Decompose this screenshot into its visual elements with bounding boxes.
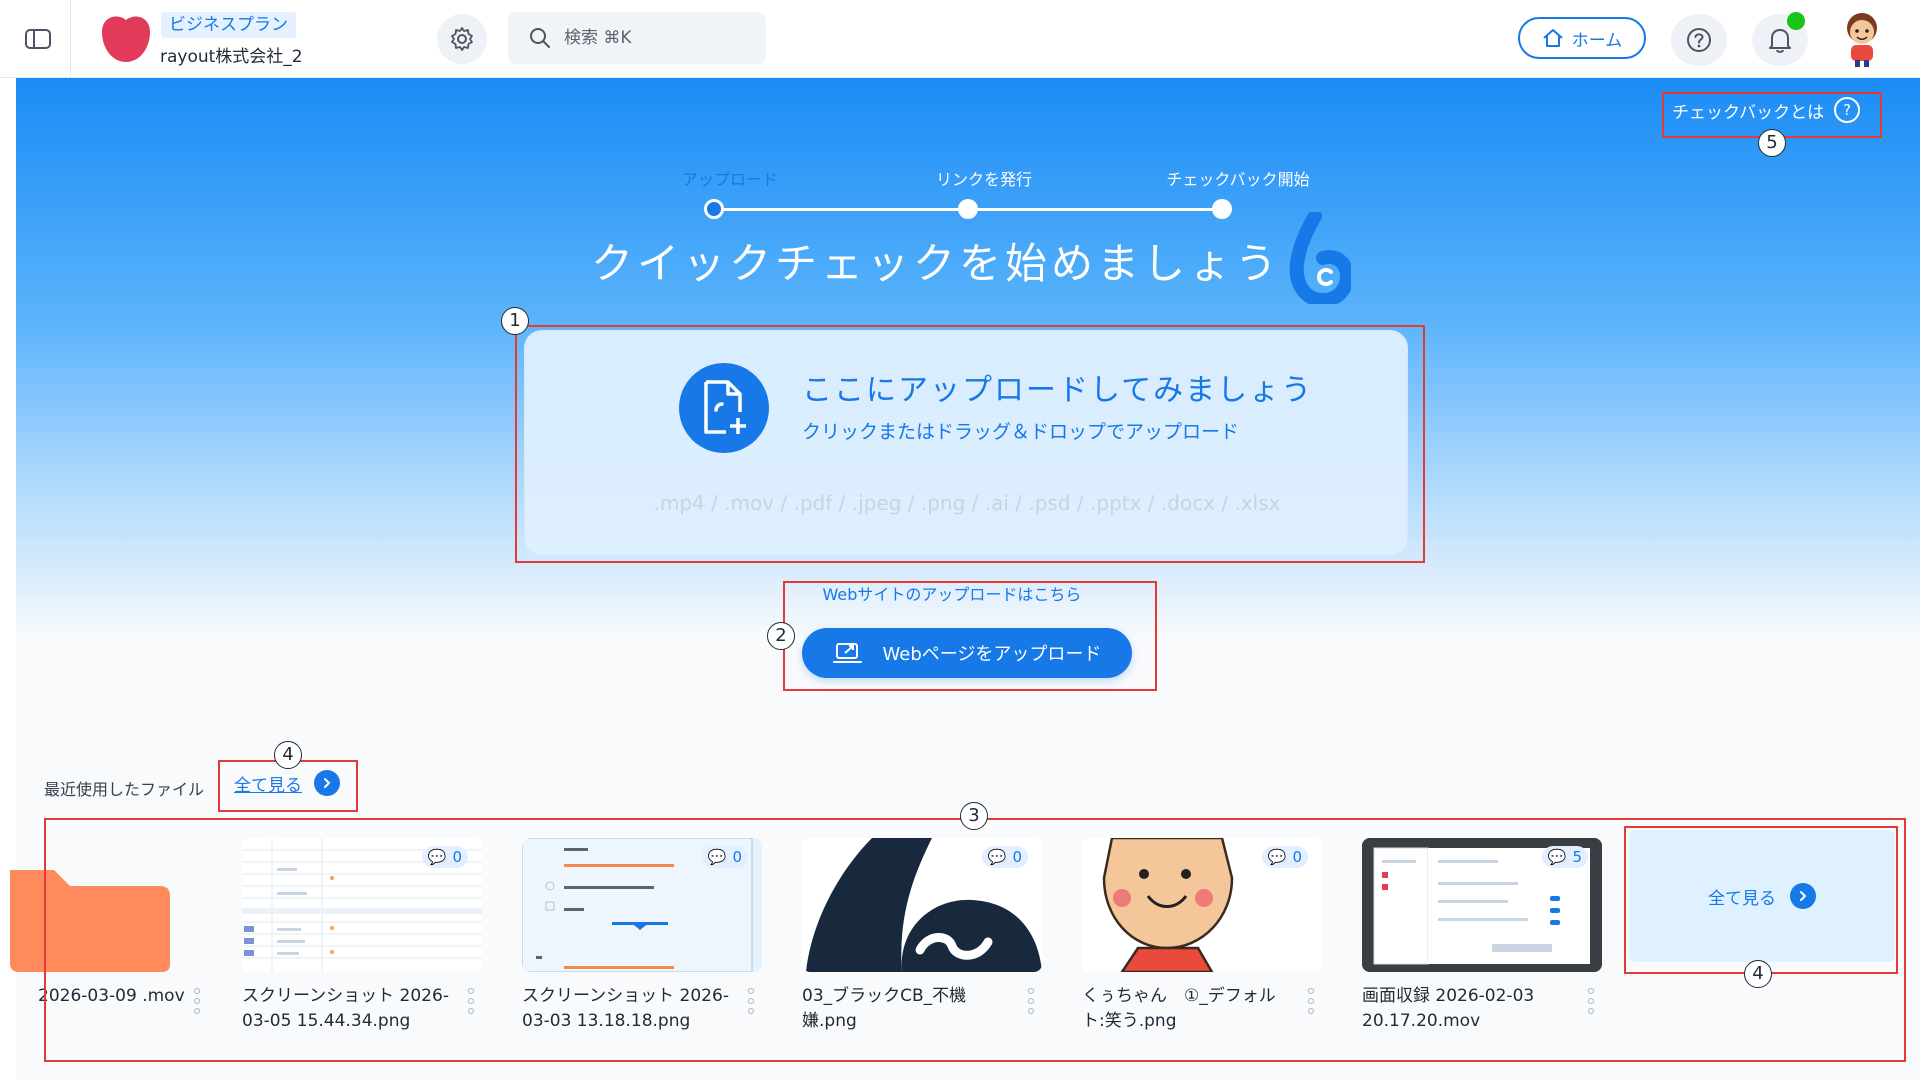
header-divider	[70, 0, 71, 78]
search-icon	[530, 28, 550, 48]
annotation-number: 5	[1758, 129, 1786, 157]
user-avatar[interactable]	[1836, 10, 1888, 68]
annotation-box-upload	[515, 325, 1425, 563]
annotation-box-see-all-card	[1624, 826, 1898, 974]
step-label-upload: アップロード	[681, 170, 778, 189]
annotation-number: 2	[767, 622, 795, 650]
home-button-label: ホーム	[1571, 30, 1623, 51]
annotation-number: 4	[1744, 960, 1772, 988]
step-dot-upload	[704, 199, 724, 219]
home-icon	[1543, 29, 1563, 47]
search-input[interactable]	[564, 28, 734, 48]
step-label-issue-link: リンクを発行	[935, 170, 1032, 189]
notifications-button[interactable]	[1752, 12, 1808, 66]
company-name[interactable]: rayout株式会社_2	[160, 42, 303, 67]
annotation-number: 1	[501, 307, 529, 335]
annotation-box-web-upload	[783, 581, 1157, 691]
step-dot-issue-link	[958, 199, 978, 219]
help-button[interactable]	[1671, 14, 1727, 66]
home-button[interactable]: ホーム	[1518, 17, 1646, 59]
hero-title: クイックチェックを始めましょう	[590, 239, 1281, 288]
gear-icon	[451, 27, 473, 51]
sidebar-toggle-button[interactable]	[22, 24, 54, 54]
sidebar-icon	[25, 29, 51, 49]
step-dot-start-checkback	[1212, 199, 1232, 219]
settings-button[interactable]	[437, 14, 487, 64]
recent-files-label: 最近使用したファイル	[44, 780, 205, 799]
checkback-brand-icon	[1289, 212, 1351, 304]
top-bar: ビジネスプラン rayout株式会社_2 ホーム	[0, 0, 1920, 78]
plan-badge: ビジネスプラン	[161, 12, 296, 38]
annotation-number: 3	[960, 802, 988, 830]
annotation-number: 4	[274, 741, 302, 769]
notification-dot	[1787, 12, 1805, 30]
step-label-start-checkback: チェックバック開始	[1166, 170, 1310, 189]
workspace-logo[interactable]	[100, 12, 152, 64]
help-icon	[1687, 28, 1711, 52]
search-box[interactable]	[508, 12, 766, 64]
bell-icon	[1769, 29, 1791, 53]
